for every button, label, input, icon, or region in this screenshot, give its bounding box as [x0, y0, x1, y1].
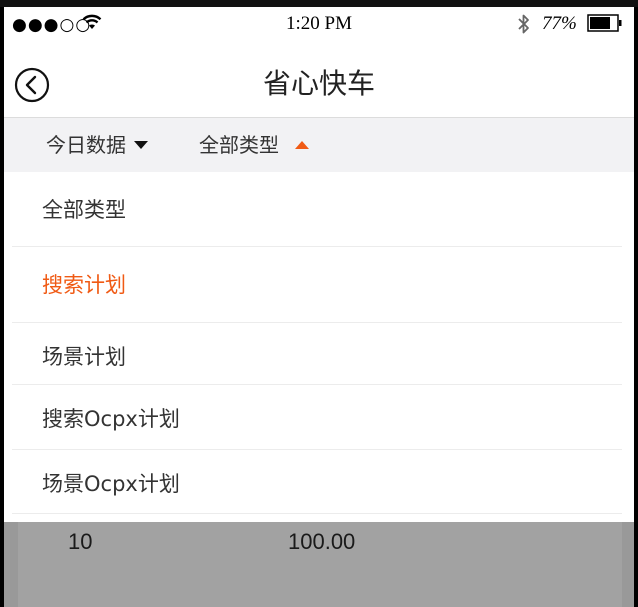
navigation-bar: 省心快车 — [4, 47, 634, 117]
dropdown-option[interactable]: 全部类型 — [12, 172, 622, 247]
phone-screen: ●●●○○ 1:20 PM 77% 省心快车 今日数据 全部类型 全部类型 搜索… — [4, 7, 634, 607]
dropdown-option-label: 搜索Ocpx计划 — [42, 407, 180, 431]
date-filter-dropdown[interactable]: 今日数据 — [46, 132, 148, 158]
dropdown-option-label: 场景Ocpx计划 — [42, 472, 180, 496]
caret-up-icon — [295, 141, 309, 149]
bluetooth-icon — [518, 14, 529, 34]
dropdown-option[interactable]: 搜索Ocpx计划 — [12, 385, 622, 450]
dropdown-option[interactable]: 场景Ocpx计划 — [12, 450, 622, 514]
dropdown-option-label: 全部类型 — [42, 198, 126, 222]
filter-bar: 今日数据 全部类型 — [4, 117, 634, 173]
dropdown-option-label: 搜索计划 — [42, 273, 126, 297]
battery-icon — [587, 14, 622, 32]
type-filter-label: 全部类型 — [199, 133, 279, 157]
page-title: 省心快车 — [262, 67, 375, 100]
type-filter-dropdown[interactable]: 全部类型 — [199, 132, 309, 158]
battery-percentage: 77% — [542, 13, 577, 34]
caret-down-icon — [134, 141, 148, 149]
dim-overlay[interactable]: 10 100.00 — [4, 522, 634, 607]
table-cell-count: 10 — [68, 529, 93, 554]
dropdown-option[interactable]: 场景计划 — [12, 323, 622, 385]
table-row: 10 100.00 — [18, 522, 622, 607]
type-dropdown-menu: 全部类型 搜索计划 场景计划 搜索Ocpx计划 场景Ocpx计划 — [4, 172, 634, 522]
dropdown-option-label: 场景计划 — [42, 345, 126, 369]
status-time: 1:20 PM — [286, 13, 352, 34]
dropdown-option[interactable]: 搜索计划 — [12, 247, 622, 323]
window-top-strip — [0, 0, 638, 7]
date-filter-label: 今日数据 — [46, 133, 126, 157]
table-cell-amount: 100.00 — [288, 529, 356, 554]
status-bar: ●●●○○ 1:20 PM 77% — [4, 7, 634, 43]
